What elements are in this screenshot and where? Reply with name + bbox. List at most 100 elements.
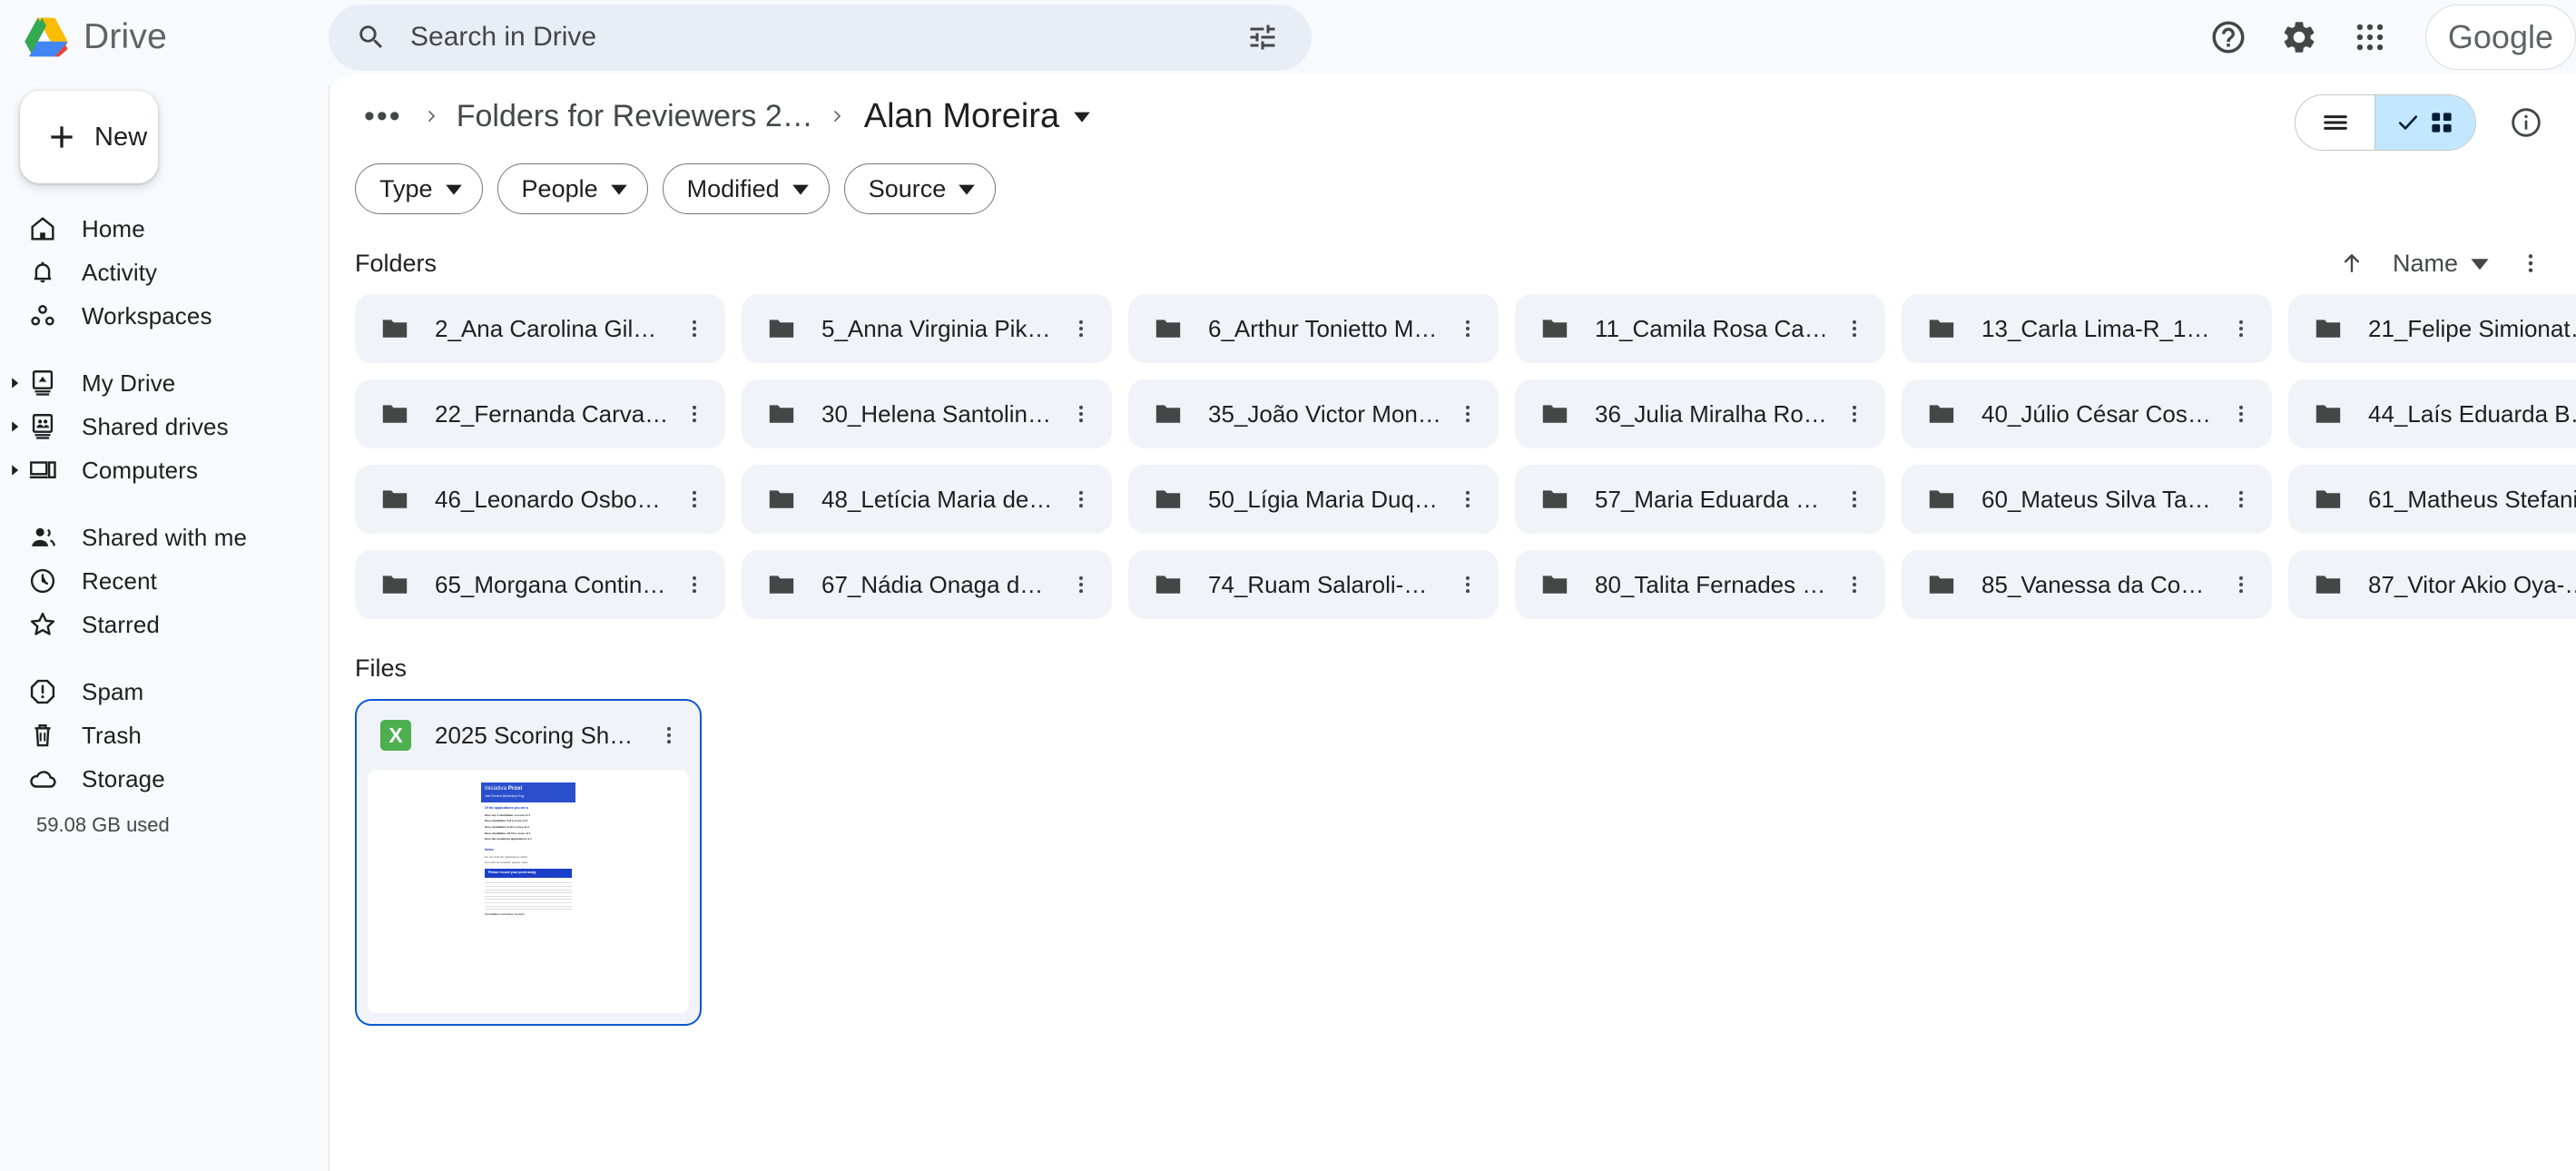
folder-card[interactable]: 5_Anna Virginia Pike-… xyxy=(742,294,1112,363)
folder-card[interactable]: 48_Letícia Maria de … xyxy=(742,465,1112,534)
expand-caret-icon[interactable] xyxy=(7,376,22,390)
folder-more-options-button[interactable] xyxy=(669,303,720,354)
folder-card[interactable]: 87_Vitor Akio Oya-R_… xyxy=(2288,550,2576,619)
filter-chips: Type People Modified Source xyxy=(329,158,2576,214)
cloud-icon xyxy=(30,771,56,788)
folder-card[interactable]: 30_Helena Santolini … xyxy=(742,379,1112,448)
file-more-options-button[interactable] xyxy=(644,710,694,761)
help-button[interactable] xyxy=(2197,5,2260,69)
sort-field-button[interactable]: Name xyxy=(2382,239,2502,288)
expand-caret-icon[interactable] xyxy=(7,419,22,434)
folder-more-options-button[interactable] xyxy=(1829,389,1880,439)
settings-button[interactable] xyxy=(2267,5,2331,69)
folder-card[interactable]: 2_Ana Carolina Giló L… xyxy=(355,294,725,363)
list-view-button[interactable] xyxy=(2296,95,2374,150)
breadcrumb-overflow-button[interactable]: ••• xyxy=(355,97,411,135)
chevron-down-icon xyxy=(610,184,627,195)
trash-icon xyxy=(34,724,51,747)
sidebar-item-home[interactable]: Home xyxy=(0,207,309,251)
folder-card[interactable]: 80_Talita Fernades N… xyxy=(1515,550,1885,619)
sidebar-item-starred[interactable]: Starred xyxy=(0,603,309,646)
folder-more-options-button[interactable] xyxy=(2216,389,2266,439)
folder-more-options-button[interactable] xyxy=(2216,559,2266,610)
view-controls xyxy=(2295,91,2558,154)
folder-name: 57_Maria Eduarda Ehl… xyxy=(1595,485,1829,513)
folder-more-options-button[interactable] xyxy=(2216,303,2266,354)
folder-icon xyxy=(1542,490,1568,508)
folder-more-options-button[interactable] xyxy=(1829,474,1880,525)
sidebar: New Home Activity Workspaces My Drive Sh… xyxy=(0,74,329,1171)
preview-footer: Candidates receiving 4 points xyxy=(485,912,525,917)
sidebar-item-activity[interactable]: Activity xyxy=(0,251,309,294)
sidebar-item-recent[interactable]: Recent xyxy=(0,559,309,603)
sidebar-item-trash[interactable]: Trash xyxy=(0,713,309,757)
folder-icon xyxy=(2315,320,2341,338)
preview-body: Of the applications you are a Give top 4… xyxy=(481,802,575,878)
folder-card[interactable]: 61_Matheus Stefanini… xyxy=(2288,465,2576,534)
breadcrumb-current-folder[interactable]: Alan Moreira xyxy=(859,92,1097,142)
folder-card[interactable]: 85_Vanessa da Costa… xyxy=(1902,550,2272,619)
folder-card[interactable]: 13_Carla Lima-R_1n8… xyxy=(1902,294,2272,363)
account-chip[interactable]: Google xyxy=(2424,5,2576,70)
file-card-header: X 2025 Scoring Sheet.x… xyxy=(357,701,700,770)
folder-more-options-button[interactable] xyxy=(1056,559,1106,610)
sidebar-item-my-drive[interactable]: My Drive xyxy=(0,361,309,405)
filter-chip-type[interactable]: Type xyxy=(355,163,483,214)
search-input[interactable]: Search in Drive xyxy=(329,4,1312,71)
folder-more-options-button[interactable] xyxy=(1442,389,1493,439)
folder-card[interactable]: 36_Julia Miralha Rodr… xyxy=(1515,379,1885,448)
folder-card[interactable]: 60_Mateus Silva Tava… xyxy=(1902,465,2272,534)
folder-card[interactable]: 74_Ruam Salaroli-R_5… xyxy=(1128,550,1499,619)
folder-card[interactable]: 22_Fernanda Carvalh… xyxy=(355,379,725,448)
sidebar-item-storage[interactable]: Storage xyxy=(0,757,309,801)
folder-more-options-button[interactable] xyxy=(1442,559,1493,610)
folder-card[interactable]: 67_Nádia Onaga de A… xyxy=(742,550,1112,619)
folder-more-options-button[interactable] xyxy=(669,389,720,439)
folder-more-options-button[interactable] xyxy=(1442,303,1493,354)
grid-view-button[interactable] xyxy=(2375,95,2475,150)
sidebar-item-shared-drives[interactable]: Shared drives xyxy=(0,405,309,448)
folder-more-options-button[interactable] xyxy=(1056,303,1106,354)
expand-caret-icon[interactable] xyxy=(7,463,22,477)
folder-more-options-button[interactable] xyxy=(1056,389,1106,439)
sidebar-item-workspaces[interactable]: Workspaces xyxy=(0,294,309,338)
folder-card[interactable]: 21_Felipe Simionato S… xyxy=(2288,294,2576,363)
details-button[interactable] xyxy=(2494,91,2558,154)
new-button[interactable]: New xyxy=(20,91,158,183)
folder-card[interactable]: 35_João Victor Mont… xyxy=(1128,379,1499,448)
folder-card[interactable]: 6_Arthur Tonietto Ma… xyxy=(1128,294,1499,363)
drive-brand[interactable]: Drive xyxy=(0,14,329,61)
folder-more-options-button[interactable] xyxy=(1442,474,1493,525)
folder-more-options-button[interactable] xyxy=(1056,474,1106,525)
filter-chip-people[interactable]: People xyxy=(497,163,648,214)
folder-card[interactable]: 44_Laís Eduarda Bus… xyxy=(2288,379,2576,448)
more-vert-icon xyxy=(1852,490,1857,508)
sidebar-item-computers[interactable]: Computers xyxy=(0,448,309,492)
folder-more-options-button[interactable] xyxy=(1829,303,1880,354)
folder-more-options-button[interactable] xyxy=(2216,474,2266,525)
breadcrumb-parent[interactable]: Folders for Reviewers 2… xyxy=(453,93,817,140)
file-card[interactable]: X 2025 Scoring Sheet.x… Iniciativa Proxi… xyxy=(355,699,702,1026)
folder-card[interactable]: 46_Leonardo Osbour… xyxy=(355,465,725,534)
folder-card[interactable]: 57_Maria Eduarda Ehl… xyxy=(1515,465,1885,534)
folder-more-options-button[interactable] xyxy=(1829,559,1880,610)
filter-chip-modified[interactable]: Modified xyxy=(662,163,830,214)
sidebar-item-shared-with-me[interactable]: Shared with me xyxy=(0,516,309,559)
grid-view-icon xyxy=(2432,113,2452,133)
search-options-button[interactable] xyxy=(1239,14,1286,61)
folder-more-options-button[interactable] xyxy=(669,474,720,525)
folders-more-options-button[interactable] xyxy=(2507,239,2554,288)
sidebar-item-spam[interactable]: Spam xyxy=(0,670,309,713)
google-apps-button[interactable] xyxy=(2338,5,2402,69)
folder-more-options-button[interactable] xyxy=(669,559,720,610)
search-area: Search in Drive xyxy=(329,4,1312,71)
folder-card[interactable]: 65_Morgana Contini-… xyxy=(355,550,725,619)
folder-icon xyxy=(1929,405,1954,423)
folder-card[interactable]: 40_Júlio César Costa… xyxy=(1902,379,2272,448)
filter-chip-source[interactable]: Source xyxy=(843,163,997,214)
caret-down-icon xyxy=(2471,259,2489,271)
folder-card[interactable]: 11_Camila Rosa Camp… xyxy=(1515,294,1885,363)
folder-icon xyxy=(769,576,794,594)
folder-card[interactable]: 50_Lígia Maria Duqu… xyxy=(1128,465,1499,534)
sort-direction-button[interactable] xyxy=(2327,239,2376,288)
